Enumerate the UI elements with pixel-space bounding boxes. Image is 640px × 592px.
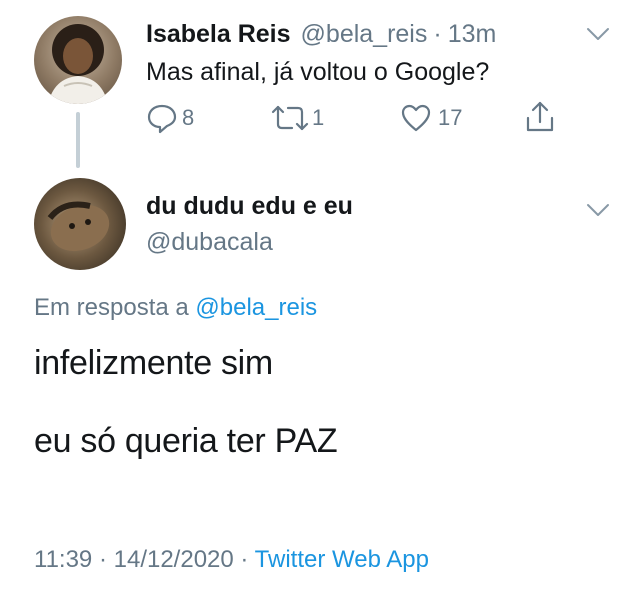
thread-connector-line [76, 112, 80, 168]
parent-more-button[interactable] [586, 26, 610, 47]
separator-dot: · [433, 20, 442, 48]
meta-dot: · [240, 546, 249, 573]
parent-tweet-header: Isabela Reis @bela_reis · 13m [146, 20, 496, 49]
meta-dot: · [98, 546, 107, 573]
avatar-image [47, 201, 110, 252]
parent-tweet-text: Mas afinal, já voltou o Google? [146, 58, 490, 86]
retweet-icon [271, 105, 309, 131]
avatar-du-dudu-edu-e-eu[interactable] [34, 178, 126, 270]
share-button[interactable] [524, 100, 556, 134]
share-icon [526, 101, 554, 132]
reply-text-line-2: eu só queria ter PAZ [34, 422, 338, 460]
reply-author-name[interactable]: du dudu edu e eu [146, 192, 353, 221]
tweet-metadata: 11:39 · 14/12/2020 · Twitter Web App [34, 546, 429, 574]
like-button[interactable]: 17 [400, 102, 462, 134]
like-count: 17 [438, 105, 463, 130]
avatar-isabela-reis[interactable] [34, 16, 122, 104]
like-icon [401, 104, 431, 132]
reply-icon [147, 104, 177, 134]
reply-count: 8 [182, 105, 195, 130]
reply-button[interactable]: 8 [146, 102, 194, 134]
retweet-button[interactable]: 1 [270, 102, 324, 134]
replying-to-mention[interactable]: @bela_reis [195, 294, 317, 321]
replying-to-prefix: Em resposta a [34, 294, 189, 321]
reply-more-button[interactable] [586, 202, 610, 223]
parent-author-handle[interactable]: @bela_reis [301, 20, 428, 49]
chevron-down-icon [587, 28, 609, 40]
replying-to-line: Em resposta a @bela_reis [34, 294, 317, 322]
reply-text-line-1: infelizmente sim [34, 344, 273, 382]
avatar-image [48, 24, 108, 104]
reply-author-handle[interactable]: @dubacala [146, 228, 273, 257]
retweet-count: 1 [312, 105, 325, 130]
parent-author-name[interactable]: Isabela Reis [146, 20, 291, 49]
tweet-date[interactable]: 14/12/2020 [114, 546, 234, 573]
chevron-down-icon [587, 204, 609, 216]
tweet-source[interactable]: Twitter Web App [255, 546, 429, 573]
parent-tweet-time[interactable]: 13m [448, 20, 497, 49]
tweet-time[interactable]: 11:39 [34, 546, 92, 573]
